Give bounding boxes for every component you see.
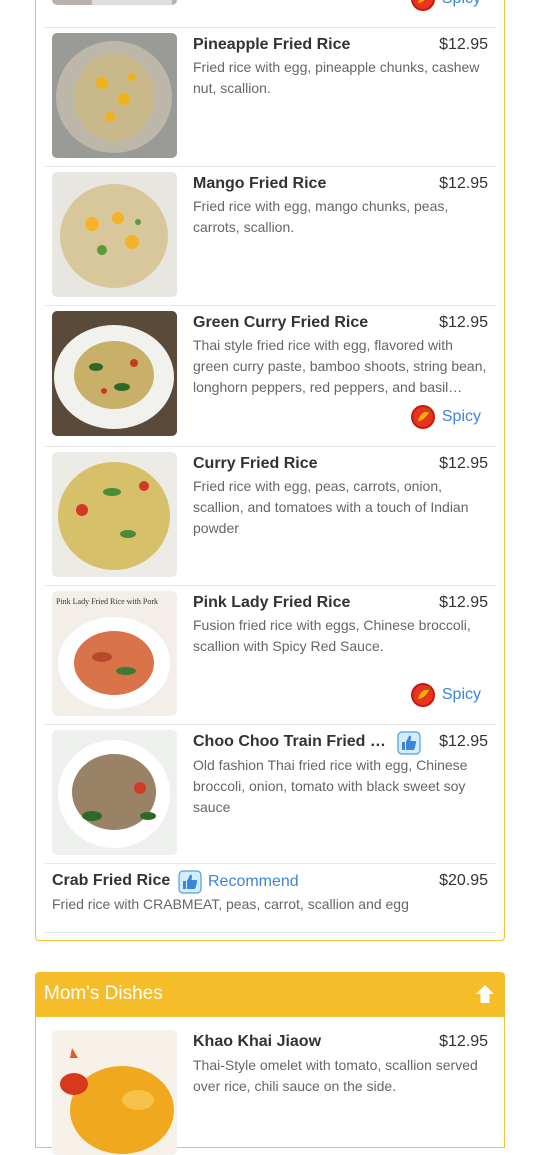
item-name: Mango Fried Rice <box>193 175 327 192</box>
spicy-tag: Spicy <box>410 682 481 708</box>
item-price: $12.95 <box>439 1033 488 1050</box>
item-name: Choo Choo Train Fried Rice <box>193 733 386 750</box>
food-photo <box>52 452 177 577</box>
menu-panel-moms-dishes: Khao Khai Jiaow $12.95 Thai-Style omelet… <box>35 1017 505 1155</box>
recommend-label: Recommend <box>208 873 299 890</box>
menu-item[interactable]: Choo Choo Train Fried Rice $12.95 Old fa… <box>45 725 496 864</box>
food-photo: Pink Lady Fried Rice with Pork <box>52 591 177 716</box>
chili-pepper-icon <box>410 682 436 708</box>
menu-item[interactable]: Pineapple Fried Rice $12.95 Fried rice w… <box>45 28 496 167</box>
item-name: Pineapple Fried Rice <box>193 36 351 53</box>
item-description: Fried rice with egg, mango chunks, peas,… <box>193 198 449 235</box>
item-price: $12.95 <box>439 314 488 331</box>
item-name: Curry Fried Rice <box>193 455 318 472</box>
spicy-label: Spicy <box>441 408 481 425</box>
item-price: $12.95 <box>439 733 488 750</box>
item-description: Old fashion Thai fried rice with egg, Ch… <box>193 757 468 815</box>
food-photo <box>52 1030 177 1155</box>
item-name: Crab Fried Rice <box>52 872 171 889</box>
item-price: $12.95 <box>439 36 488 53</box>
item-description: Fried rice with egg, peas, carrots, onio… <box>193 478 469 536</box>
item-description: Thai-Style omelet with tomato, scallion … <box>193 1057 478 1094</box>
item-description: Fried rice with CRABMEAT, peas, carrot, … <box>52 896 409 912</box>
chili-pepper-icon <box>410 0 436 12</box>
menu-item[interactable]: Spicy <box>45 0 496 28</box>
item-name: Pink Lady Fried Rice <box>193 594 351 611</box>
item-name: Green Curry Fried Rice <box>193 314 369 331</box>
item-name: Khao Khai Jiaow <box>193 1033 322 1050</box>
food-photo <box>52 0 177 5</box>
item-price: $12.95 <box>439 594 488 611</box>
arrow-up-icon[interactable] <box>473 982 497 1006</box>
item-description: Fried rice with egg, pineapple chunks, c… <box>193 59 480 96</box>
chili-pepper-icon <box>410 404 436 430</box>
menu-panel-fried-rice: Spicy Pineapple Fried Rice $12.95 Fried … <box>35 0 505 941</box>
thumbs-up-icon <box>178 870 202 894</box>
item-price: $12.95 <box>439 175 488 192</box>
recommend-tag: Recommend <box>178 870 299 894</box>
menu-item[interactable]: Curry Fried Rice $12.95 Fried rice with … <box>45 447 496 586</box>
menu-item[interactable]: Green Curry Fried Rice $12.95 Thai style… <box>45 306 496 447</box>
item-description: Fusion fried rice with eggs, Chinese bro… <box>193 617 471 654</box>
section-title: Mom's Dishes <box>44 983 163 1004</box>
menu-item[interactable]: Mango Fried Rice $12.95 Fried rice with … <box>45 167 496 306</box>
food-photo <box>52 730 177 855</box>
menu-item[interactable]: Pink Lady Fried Rice with Pork Pink Lady… <box>45 586 496 725</box>
photo-caption: Pink Lady Fried Rice with Pork <box>56 597 158 606</box>
item-price: $12.95 <box>439 455 488 472</box>
spicy-label: Spicy <box>442 0 481 8</box>
spicy-label: Spicy <box>441 686 481 703</box>
item-price: $20.95 <box>439 872 488 889</box>
section-header-moms-dishes[interactable]: Mom's Dishes <box>35 972 505 1017</box>
spicy-tag: Spicy <box>410 0 481 12</box>
food-photo <box>52 172 177 297</box>
spicy-tag: Spicy <box>410 404 481 430</box>
menu-item[interactable]: Khao Khai Jiaow $12.95 Thai-Style omelet… <box>45 1025 496 1155</box>
item-description: Thai style fried rice with egg, flavored… <box>193 337 487 395</box>
food-photo <box>52 33 177 158</box>
thumbs-up-icon <box>397 731 421 755</box>
menu-item[interactable]: Crab Fried Rice Recommend $20.95 Fried r… <box>45 864 496 933</box>
food-photo <box>52 311 177 436</box>
